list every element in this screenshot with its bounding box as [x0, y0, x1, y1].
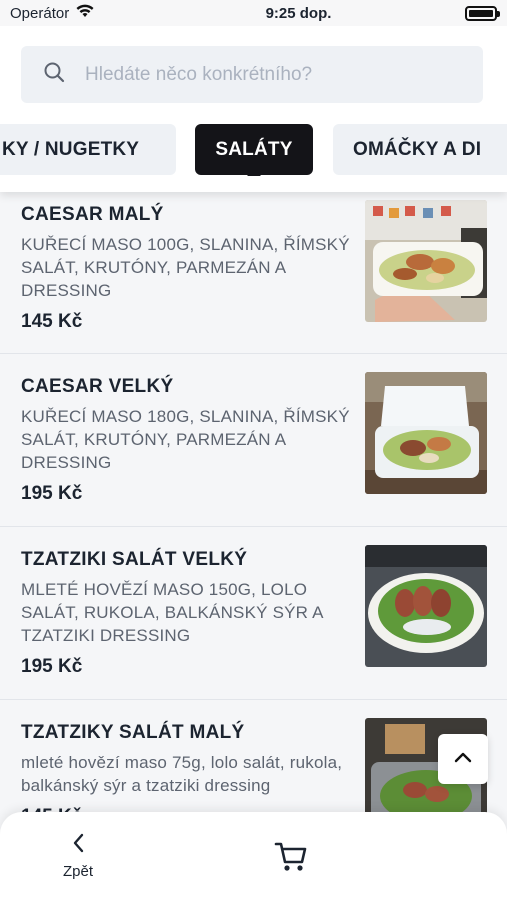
item-photo — [365, 200, 487, 322]
item-name: CAESAR MALÝ — [21, 204, 164, 225]
bottom-bar: Zpět — [0, 812, 507, 900]
item-price: 145 Kč — [21, 311, 83, 332]
chevron-left-icon — [71, 832, 85, 859]
item-photo — [365, 545, 487, 667]
category-tabs: KY / NUGETKY SALÁTY OMÁČKY A DI — [0, 124, 507, 176]
search-bar[interactable] — [21, 46, 483, 103]
item-name: TZATZIKI SALÁT VELKÝ — [21, 549, 248, 570]
list-item[interactable]: CAESAR MALÝ KUŘECÍ MASO 100G, SLANINA, Ř… — [0, 192, 507, 354]
list-item[interactable]: CAESAR VELKÝ KUŘECÍ MASO 180G, SLANINA, … — [0, 354, 507, 527]
item-price: 195 Kč — [21, 483, 83, 504]
tab-nugetky[interactable]: KY / NUGETKY — [0, 124, 176, 175]
battery-icon — [465, 5, 500, 21]
product-list: CAESAR MALÝ KUŘECÍ MASO 100G, SLANINA, Ř… — [0, 192, 507, 873]
carrier-label: Operátor — [10, 4, 70, 22]
cart-icon — [274, 842, 308, 878]
item-name: TZATZIKY SALÁT MALÝ — [21, 722, 245, 743]
item-description: MLETÉ HOVĚZÍ MASO 150G, LOLO SALÁT, RUKO… — [21, 580, 323, 645]
item-description: KUŘECÍ MASO 100G, SLANINA, ŘÍMSKÝ SALÁT,… — [21, 235, 350, 300]
tab-omacky[interactable]: OMÁČKY A DI — [333, 124, 507, 175]
list-item[interactable]: TZATZIKI SALÁT VELKÝ MLETÉ HOVĚZÍ MASO 1… — [0, 527, 507, 700]
item-price: 195 Kč — [21, 656, 83, 677]
scroll-to-top-button[interactable] — [438, 734, 488, 784]
search-icon — [43, 61, 65, 88]
item-photo — [365, 372, 487, 494]
chevron-up-icon — [453, 750, 473, 769]
item-description: mleté hovězí maso 75g, lolo salát, rukol… — [21, 753, 343, 795]
tab-salaty[interactable]: SALÁTY — [195, 124, 313, 176]
cart-button[interactable] — [274, 840, 308, 879]
status-time: 9:25 dop. — [265, 4, 332, 22]
header: KY / NUGETKY SALÁTY OMÁČKY A DI — [0, 26, 507, 192]
back-button[interactable]: Zpět — [55, 832, 101, 880]
wifi-icon — [75, 3, 95, 23]
item-name: CAESAR VELKÝ — [21, 376, 174, 397]
search-input[interactable] — [85, 63, 465, 86]
item-description: KUŘECÍ MASO 180G, SLANINA, ŘÍMSKÝ SALÁT,… — [21, 407, 350, 472]
status-bar: Operátor 9:25 dop. — [0, 0, 507, 26]
back-label: Zpět — [62, 863, 93, 880]
